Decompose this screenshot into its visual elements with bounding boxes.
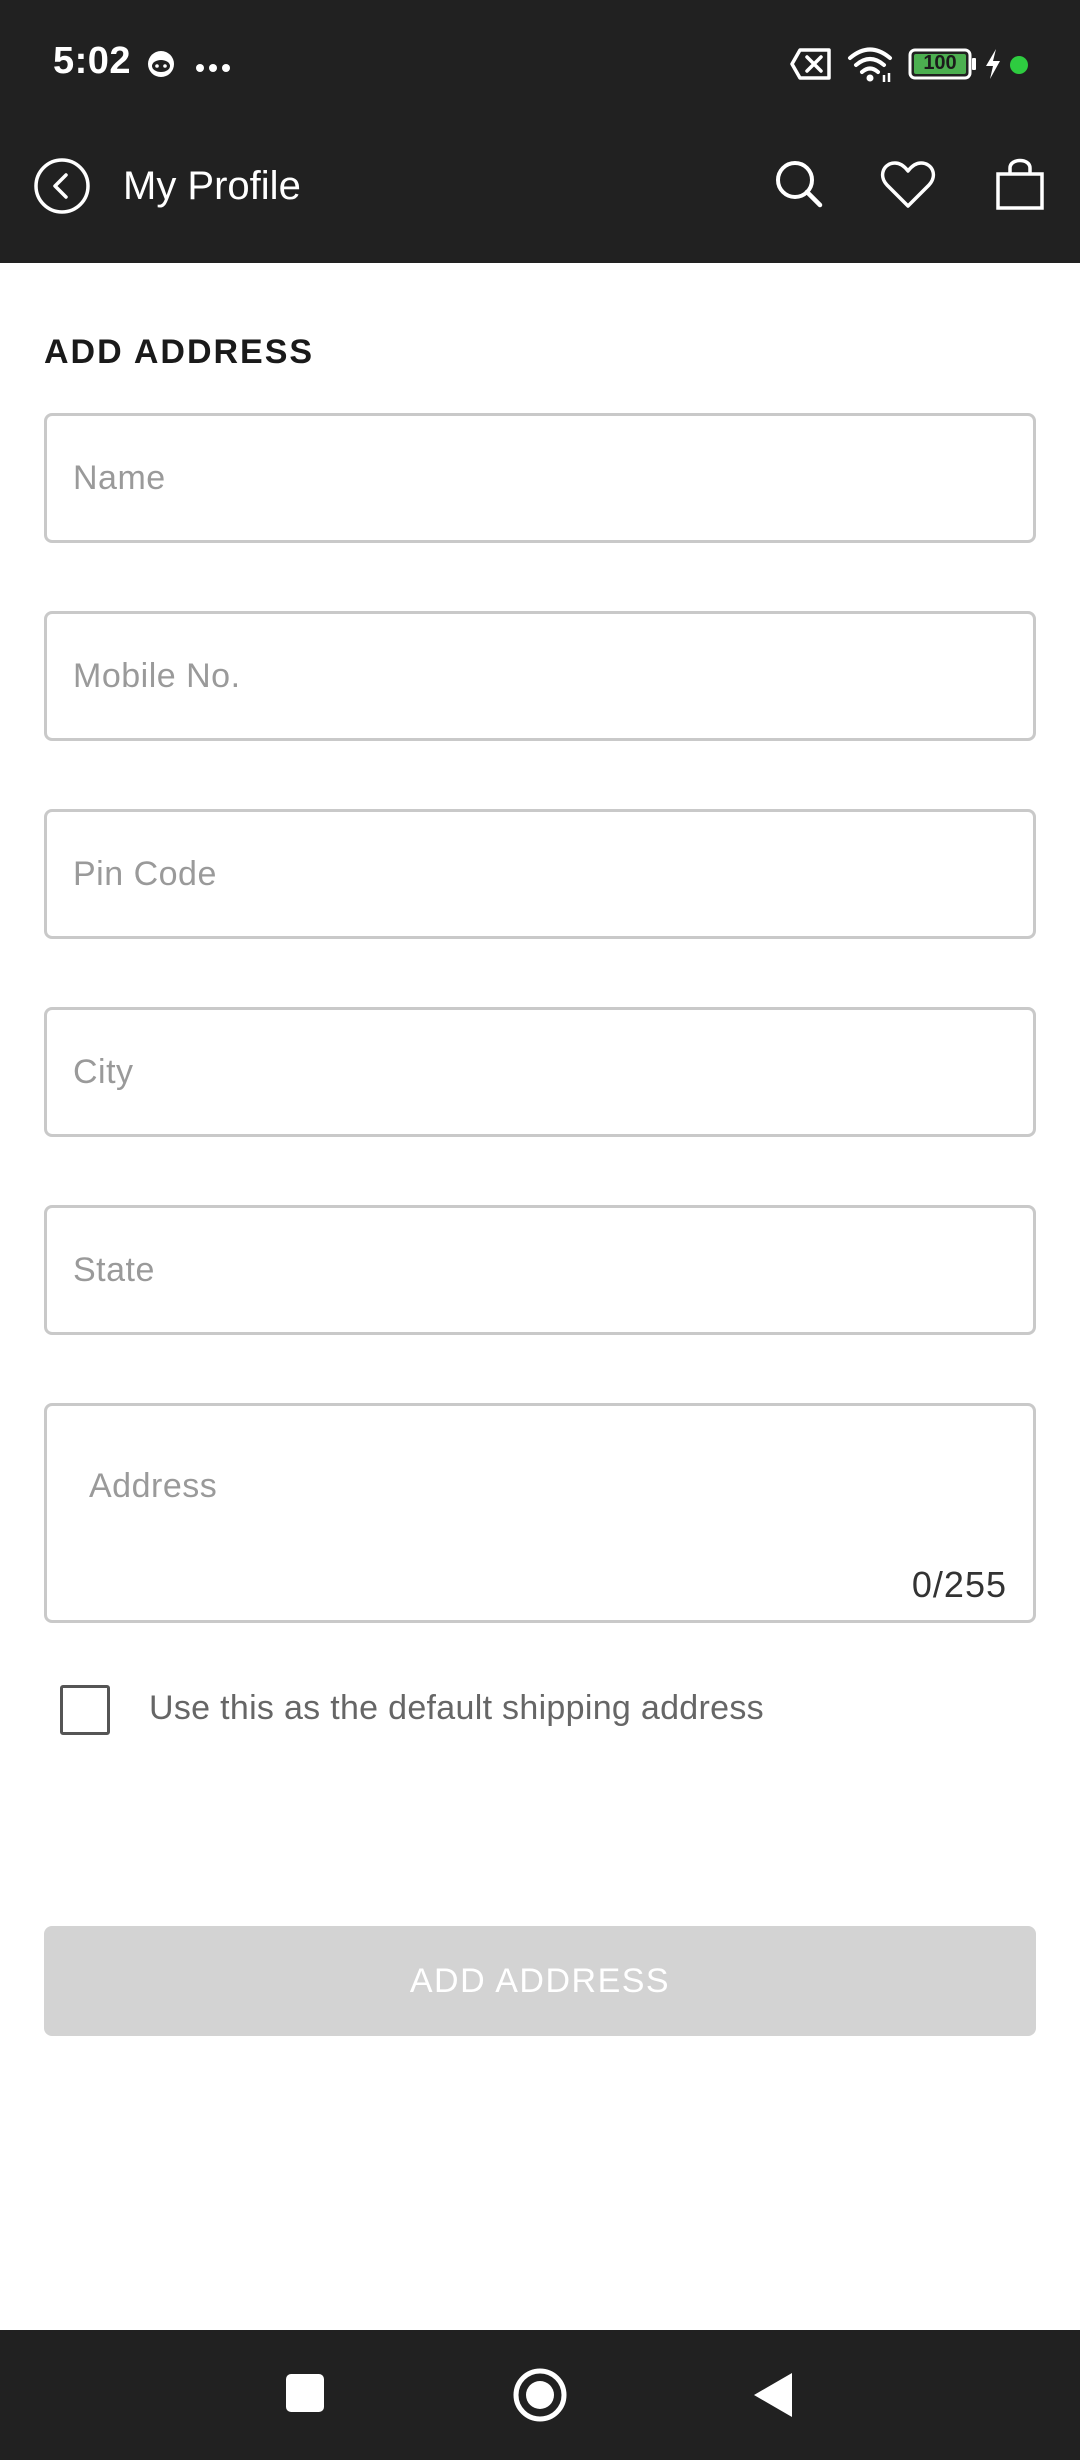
address-field: 0/255 xyxy=(44,1403,1036,1623)
recents-square-icon[interactable] xyxy=(285,2373,325,2418)
shopping-bag-icon[interactable] xyxy=(994,156,1046,217)
more-dots-icon xyxy=(195,60,231,78)
home-circle-icon[interactable] xyxy=(512,2367,568,2428)
charging-icon xyxy=(983,48,1003,85)
default-address-label[interactable]: Use this as the default shipping address xyxy=(149,1689,764,1728)
state-input[interactable] xyxy=(73,1208,1003,1332)
battery-level: 100 xyxy=(923,52,957,74)
name-field xyxy=(44,413,1036,543)
address-textarea[interactable] xyxy=(89,1466,1019,1546)
status-time: 5:02 xyxy=(53,40,132,82)
address-char-counter: 0/255 xyxy=(911,1564,1007,1605)
add-address-button[interactable]: ADD ADDRESS xyxy=(44,1926,1036,2036)
mobile-field xyxy=(44,611,1036,741)
sim-off-icon xyxy=(790,48,832,85)
wifi-icon xyxy=(847,45,893,88)
pincode-field xyxy=(44,809,1036,939)
cat-notification-icon xyxy=(145,48,177,85)
app-bar: My Profile xyxy=(0,128,1080,263)
system-nav-bar xyxy=(0,2330,1080,2460)
city-field xyxy=(44,1007,1036,1137)
search-icon[interactable] xyxy=(773,158,825,215)
active-dot-icon xyxy=(1009,55,1029,80)
form-title: ADD ADDRESS xyxy=(44,333,315,371)
default-address-checkbox[interactable] xyxy=(60,1685,110,1735)
name-input[interactable] xyxy=(73,416,1003,540)
back-icon[interactable] xyxy=(32,156,92,221)
heart-icon[interactable] xyxy=(880,160,936,215)
mobile-input[interactable] xyxy=(73,614,1003,738)
page-title: My Profile xyxy=(123,164,301,208)
back-triangle-icon[interactable] xyxy=(752,2372,794,2423)
state-field xyxy=(44,1205,1036,1335)
pincode-input[interactable] xyxy=(73,812,1003,936)
status-bar: 5:02 100 xyxy=(0,0,1080,128)
city-input[interactable] xyxy=(73,1010,1003,1134)
